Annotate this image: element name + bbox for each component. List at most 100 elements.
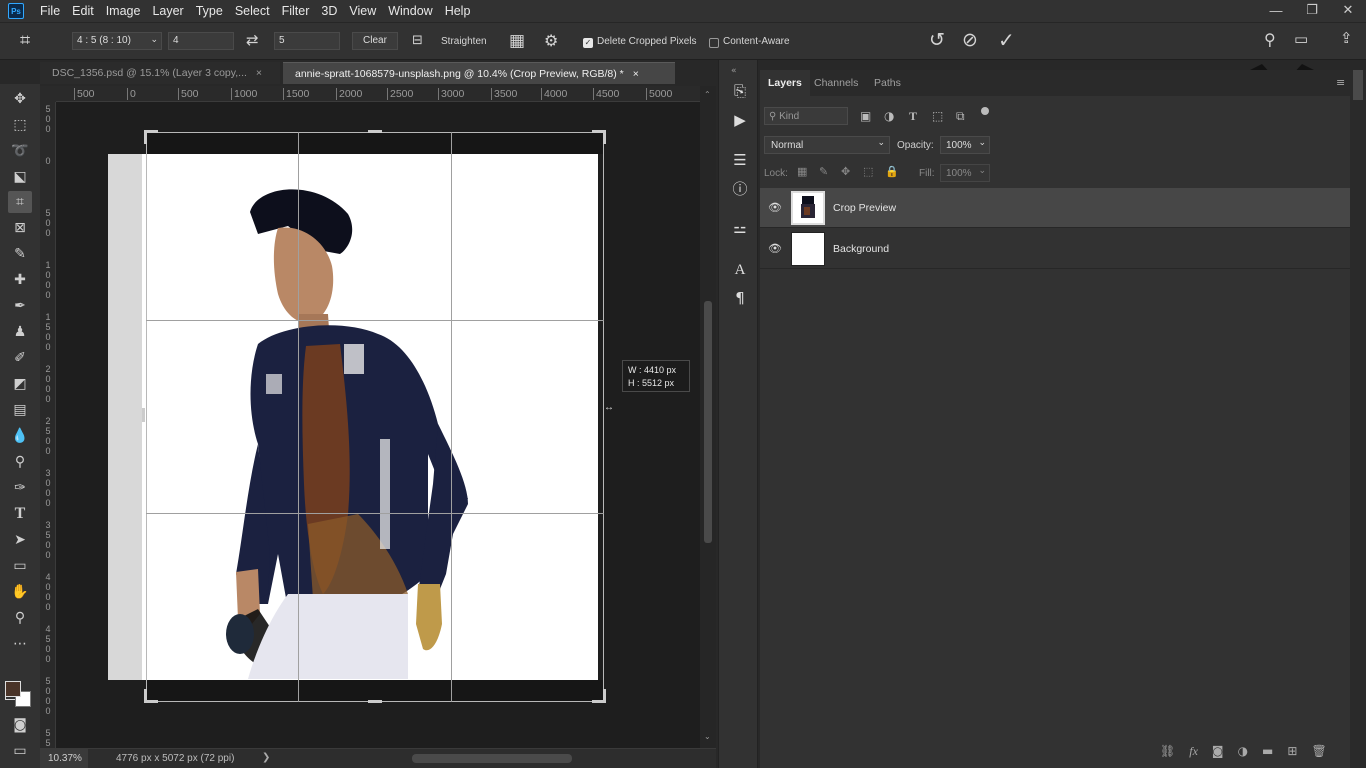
close-button[interactable]: ✕ xyxy=(1330,0,1366,20)
brush-tool-icon[interactable]: ✒ xyxy=(8,295,32,317)
menu-view[interactable]: View xyxy=(343,4,382,18)
lock-artboard-icon[interactable]: ⬚ xyxy=(863,165,873,178)
clear-button[interactable]: Clear xyxy=(352,32,398,50)
tab-annie-spratt[interactable]: annie-spratt-1068579-unsplash.png @ 10.4… xyxy=(283,62,675,84)
eyedropper-tool-icon[interactable]: ✎ xyxy=(8,243,32,265)
hand-tool-icon[interactable]: ✋ xyxy=(8,581,32,603)
delete-cropped-checkbox[interactable]: ✓ xyxy=(583,38,593,48)
content-aware-checkbox[interactable] xyxy=(709,38,719,48)
right-panel-scrollbar[interactable] xyxy=(1350,70,1366,768)
crop-tool-icon[interactable]: ⌗ xyxy=(8,191,32,213)
dodge-tool-icon[interactable]: ⚲ xyxy=(8,451,32,473)
share-icon[interactable]: ⇪ xyxy=(1340,29,1353,47)
eraser-tool-icon[interactable]: ◩ xyxy=(8,373,32,395)
new-group-icon[interactable]: ▬ xyxy=(1262,744,1273,759)
clone-stamp-icon[interactable]: ♟ xyxy=(8,321,32,343)
restore-button[interactable]: ❐ xyxy=(1294,0,1330,20)
blur-tool-icon[interactable]: 💧 xyxy=(8,425,32,447)
menu-type[interactable]: Type xyxy=(190,4,229,18)
lasso-tool-icon[interactable]: ➰ xyxy=(8,140,32,162)
adjustments-icon[interactable]: ☰ xyxy=(729,149,751,171)
path-select-icon[interactable]: ➤ xyxy=(8,529,32,551)
more-tools-icon[interactable]: ⋯ xyxy=(8,633,32,655)
blend-mode-select[interactable]: Normal ⌄ xyxy=(764,136,890,154)
workspace-icon[interactable]: ▭ xyxy=(1294,30,1308,48)
menu-select[interactable]: Select xyxy=(229,4,276,18)
gear-icon[interactable]: ⚙ xyxy=(544,31,558,50)
commit-crop-icon[interactable]: ✓ xyxy=(998,28,1015,52)
info-icon[interactable]: ⓘ xyxy=(729,177,751,199)
new-layer-icon[interactable]: ⊞ xyxy=(1287,744,1297,759)
close-icon[interactable]: × xyxy=(633,68,639,80)
tab-paths[interactable]: Paths xyxy=(866,70,909,96)
object-select-tool-icon[interactable]: ⬕ xyxy=(8,166,32,188)
scroll-down-icon[interactable]: ⌄ xyxy=(704,732,711,741)
layer-row-crop-preview[interactable]: 👁 Crop Preview xyxy=(760,188,1350,228)
lock-pixels-icon[interactable]: ✎ xyxy=(819,165,828,178)
close-icon[interactable]: × xyxy=(256,67,262,79)
straighten-icon[interactable]: ⊟ xyxy=(412,33,423,48)
layer-style-icon[interactable]: fx xyxy=(1189,744,1198,759)
layer-row-background[interactable]: 👁 Background xyxy=(760,229,1350,269)
vertical-scrollbar[interactable]: ⌃ ⌄ xyxy=(700,86,716,748)
cancel-crop-icon[interactable]: ⊘ xyxy=(962,29,978,51)
filter-toggle-icon[interactable] xyxy=(981,107,989,115)
gradient-tool-icon[interactable]: ▤ xyxy=(8,399,32,421)
zoom-tool-icon[interactable]: ⚲ xyxy=(8,607,32,629)
frame-tool-icon[interactable]: ⊠ xyxy=(8,217,32,239)
properties-icon[interactable]: ⚍ xyxy=(729,217,751,239)
menu-window[interactable]: Window xyxy=(382,4,438,18)
panel-scroll-thumb[interactable] xyxy=(1353,70,1363,100)
minimize-button[interactable]: — xyxy=(1258,0,1294,20)
character-panel-icon[interactable]: A xyxy=(729,259,751,281)
reset-icon[interactable]: ↺ xyxy=(929,29,945,51)
history-brush-icon[interactable]: ✐ xyxy=(8,347,32,369)
filter-smart-object-icon[interactable]: ⧉ xyxy=(956,109,965,124)
menu-3d[interactable]: 3D xyxy=(315,4,343,18)
layer-name[interactable]: Background xyxy=(833,243,889,255)
filter-type-icon[interactable]: T xyxy=(909,109,917,124)
actions-play-icon[interactable]: ▶ xyxy=(729,109,751,131)
crop-tool-preset-icon[interactable]: ⌗ xyxy=(20,30,30,51)
document-canvas[interactable]: ↔ W : 4410 px H : 5512 px xyxy=(56,102,700,748)
filter-pixel-icon[interactable]: ▣ xyxy=(860,109,871,123)
panel-menu-icon[interactable]: ≡ xyxy=(1336,76,1345,89)
ratio-height-field[interactable]: 5 xyxy=(274,32,340,50)
lock-position-icon[interactable]: ✥ xyxy=(841,165,850,178)
filter-shape-icon[interactable]: ⬚ xyxy=(932,109,943,123)
horizontal-scroll-thumb[interactable] xyxy=(412,754,572,763)
layer-name[interactable]: Crop Preview xyxy=(833,202,896,214)
menu-filter[interactable]: Filter xyxy=(276,4,316,18)
delete-layer-icon[interactable]: 🗑 xyxy=(1311,744,1326,759)
aspect-ratio-select[interactable]: 4 : 5 (8 : 10) ⌄ xyxy=(72,32,162,50)
straighten-label[interactable]: Straighten xyxy=(441,36,487,47)
tab-layers[interactable]: Layers xyxy=(760,70,810,96)
crop-box[interactable] xyxy=(146,132,604,702)
tab-dsc-1356[interactable]: DSC_1356.psd @ 15.1% (Layer 3 copy,... × xyxy=(40,62,280,84)
paragraph-panel-icon[interactable]: ¶ xyxy=(729,287,751,309)
tab-channels[interactable]: Channels xyxy=(806,70,866,96)
menu-edit[interactable]: Edit xyxy=(66,4,100,18)
crop-handle-top[interactable] xyxy=(368,130,382,133)
link-layers-icon[interactable]: ⛓ xyxy=(1160,744,1175,759)
search-icon[interactable]: ⚲ xyxy=(1264,30,1276,49)
lock-transparent-icon[interactable]: ▦ xyxy=(797,165,807,178)
grid-overlay-icon[interactable]: ▦ xyxy=(509,31,525,51)
lock-all-icon[interactable]: 🔒 xyxy=(885,165,899,178)
type-tool-icon[interactable]: T xyxy=(8,503,32,525)
collapse-panels-icon[interactable]: « xyxy=(731,66,737,76)
visibility-eye-icon[interactable]: 👁 xyxy=(768,242,782,256)
adjustment-layer-icon[interactable]: ◑ xyxy=(1238,744,1248,759)
menu-file[interactable]: File xyxy=(34,4,66,18)
layer-filter-select[interactable]: ⚲ Kind xyxy=(764,107,848,125)
foreground-color-fill[interactable] xyxy=(5,681,21,697)
zoom-level[interactable]: 10.37% xyxy=(40,749,88,768)
fill-field[interactable]: 100% ⌄ xyxy=(940,164,990,182)
opacity-field[interactable]: 100% ⌄ xyxy=(940,136,990,154)
filter-adjustment-icon[interactable]: ◑ xyxy=(884,109,894,123)
vertical-scroll-thumb[interactable] xyxy=(704,301,712,543)
menu-help[interactable]: Help xyxy=(439,4,477,18)
menu-image[interactable]: Image xyxy=(100,4,147,18)
status-menu-arrow[interactable]: ❯ xyxy=(262,752,270,763)
healing-brush-icon[interactable]: ✚ xyxy=(8,269,32,291)
